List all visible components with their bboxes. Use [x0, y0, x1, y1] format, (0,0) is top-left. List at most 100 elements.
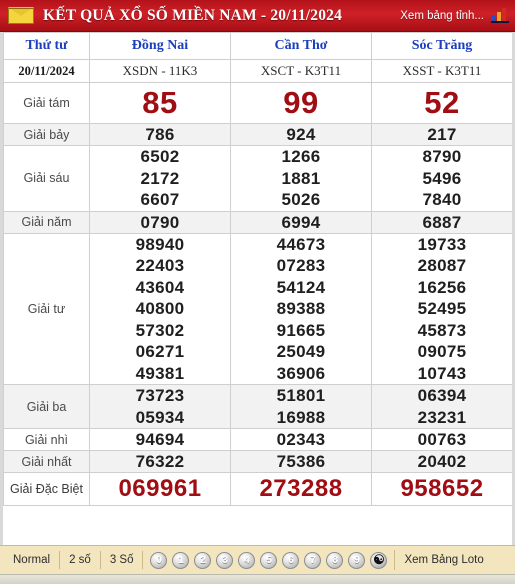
prize-number: 99 [283, 85, 319, 120]
prize-value-cell: 273288 [230, 472, 372, 506]
table-row: Giải bảy 786 924 217 [3, 123, 512, 146]
prize-value-cell: 6502 2172 6607 [89, 145, 231, 212]
prize-value-cell: 51801 16988 [230, 384, 372, 429]
prize-number: 2172 [140, 168, 180, 188]
results-table: Thứ tư Đồng Nai Cần Thơ Sóc Trăng 20/11/… [3, 32, 512, 506]
prize-value-cell: 069961 [89, 472, 231, 506]
prize-number: 1266 [281, 147, 321, 166]
prize-number: 06271 [135, 342, 185, 361]
prize-value-cell: 52 [371, 82, 512, 124]
digit-button-0[interactable]: 0 [150, 551, 168, 569]
prize-number: 73723 [135, 386, 185, 405]
prize-number: 10743 [417, 363, 467, 383]
column-header-weekday: Thứ tư [3, 32, 90, 60]
digit-filter-buttons: 0 1 2 3 4 5 6 7 8 9 ☯ [143, 550, 396, 570]
column-header-province-1[interactable]: Đồng Nai [89, 32, 231, 60]
prize-value-cell: 02343 [230, 428, 372, 451]
prize-number: 23231 [417, 407, 467, 427]
prize-value-cell: 958652 [371, 472, 512, 506]
prize-number: 25049 [276, 342, 326, 361]
prize-value-cell: 217 [371, 123, 512, 146]
prize-number: 07283 [276, 256, 326, 275]
prize-number: 6994 [281, 212, 321, 232]
mode-normal-button[interactable]: Normal [4, 551, 61, 569]
prize-label: Giải tư [3, 232, 90, 385]
prize-number: 36906 [276, 363, 326, 383]
window-header: KẾT QUẢ XỔ SỐ MIỀN NAM - 20/11/2024 Xem … [0, 0, 515, 32]
prize-number: 6502 [140, 147, 180, 166]
prize-label: Giải tám [3, 82, 90, 124]
prize-number: 5496 [422, 168, 462, 188]
table-row: Giải tám 85 99 52 [3, 82, 512, 124]
prize-number: 069961 [118, 475, 202, 502]
column-header-province-3[interactable]: Sóc Trăng [371, 32, 512, 60]
prize-value-cell: 06394 23231 [371, 384, 512, 429]
prize-number: 5026 [281, 190, 321, 209]
table-row: Giải nhất 76322 75386 20402 [3, 450, 512, 473]
digit-button-8[interactable]: 8 [326, 551, 344, 569]
prize-number: 924 [286, 125, 316, 144]
prize-value-cell: 73723 05934 [89, 384, 231, 429]
prize-number: 94694 [135, 430, 185, 449]
results-table-container: Thứ tư Đồng Nai Cần Thơ Sóc Trăng 20/11/… [0, 32, 515, 545]
prize-label: Giải nhì [3, 428, 90, 451]
prize-number: 20402 [417, 452, 467, 471]
prize-number: 06394 [417, 386, 467, 405]
result-date: 20/11/2024 [3, 59, 90, 83]
prize-value-cell: 20402 [371, 450, 512, 473]
digit-button-7[interactable]: 7 [304, 551, 322, 569]
prize-number: 00763 [417, 430, 467, 449]
table-row: Giải tư 98940 22403 43604 40800 57302 06271 493… [3, 232, 512, 385]
prize-number: 98940 [135, 234, 185, 254]
digit-button-1[interactable]: 1 [172, 551, 190, 569]
prize-number: 16256 [417, 277, 467, 297]
prize-number: 16988 [276, 407, 326, 427]
prize-value-cell: 75386 [230, 450, 372, 473]
table-row: Giải sáu 6502 2172 6607 1266 1881 5026 8790 5496… [3, 145, 512, 212]
digit-button-6[interactable]: 6 [282, 551, 300, 569]
prize-value-cell: 94694 [89, 428, 231, 451]
prize-number: 09075 [417, 342, 467, 361]
prize-number: 0790 [140, 212, 180, 232]
prize-number: 6887 [422, 212, 462, 232]
prize-value-cell: 8790 5496 7840 [371, 145, 512, 212]
digit-button-3[interactable]: 3 [216, 551, 234, 569]
prize-number: 8790 [422, 147, 462, 166]
province-code-3: XSST - K3T11 [371, 59, 512, 83]
footer-toolbar: Normal 2 số 3 Số 0 1 2 3 4 5 6 7 8 9 ☯ Xem Bảng Lo… [0, 545, 515, 574]
prize-value-cell: 924 [230, 123, 372, 146]
prize-value-cell: 76322 [89, 450, 231, 473]
prize-number: 52 [424, 85, 460, 120]
prize-number: 22403 [135, 256, 185, 275]
prize-value-cell: 786 [89, 123, 231, 146]
header-actions: Xem bảng tỉnh... [400, 8, 509, 23]
mode-3-digit-button[interactable]: 3 Số [101, 551, 144, 569]
column-header-province-2[interactable]: Cần Thơ [230, 32, 372, 60]
prize-number: 40800 [135, 299, 185, 318]
digit-button-9[interactable]: 9 [348, 551, 366, 569]
view-loto-table-link[interactable]: Xem Bảng Loto [395, 554, 483, 566]
prize-number: 91665 [276, 320, 326, 340]
results-table-body: Thứ tư Đồng Nai Cần Thơ Sóc Trăng 20/11/… [3, 32, 512, 506]
horizontal-scrollbar[interactable] [0, 574, 515, 584]
prize-value-cell: 1266 1881 5026 [230, 145, 372, 212]
digit-button-2[interactable]: 2 [194, 551, 212, 569]
prize-value-cell: 6994 [230, 210, 372, 234]
view-province-table-link[interactable]: Xem bảng tỉnh... [400, 10, 484, 22]
prize-number: 43604 [135, 277, 185, 297]
mode-2-digit-button[interactable]: 2 số [60, 551, 101, 569]
prize-number: 44673 [276, 234, 326, 254]
table-code-row: 20/11/2024 XSDN - 11K3 XSCT - K3T11 XSST… [3, 59, 512, 83]
prize-number: 02343 [276, 430, 326, 449]
bar-chart-icon[interactable] [491, 8, 509, 23]
prize-number: 52495 [417, 299, 467, 318]
prize-number: 76322 [135, 452, 185, 471]
prize-number: 85 [142, 85, 178, 120]
digit-button-4[interactable]: 4 [238, 551, 256, 569]
digit-button-5[interactable]: 5 [260, 551, 278, 569]
yin-yang-icon[interactable]: ☯ [370, 551, 388, 569]
prize-number: 958652 [400, 475, 484, 502]
prize-value-cell: 19733 28087 16256 52495 45873 09075 10743 [371, 232, 512, 385]
prize-number: 54124 [276, 277, 326, 297]
prize-number: 49381 [135, 363, 185, 383]
